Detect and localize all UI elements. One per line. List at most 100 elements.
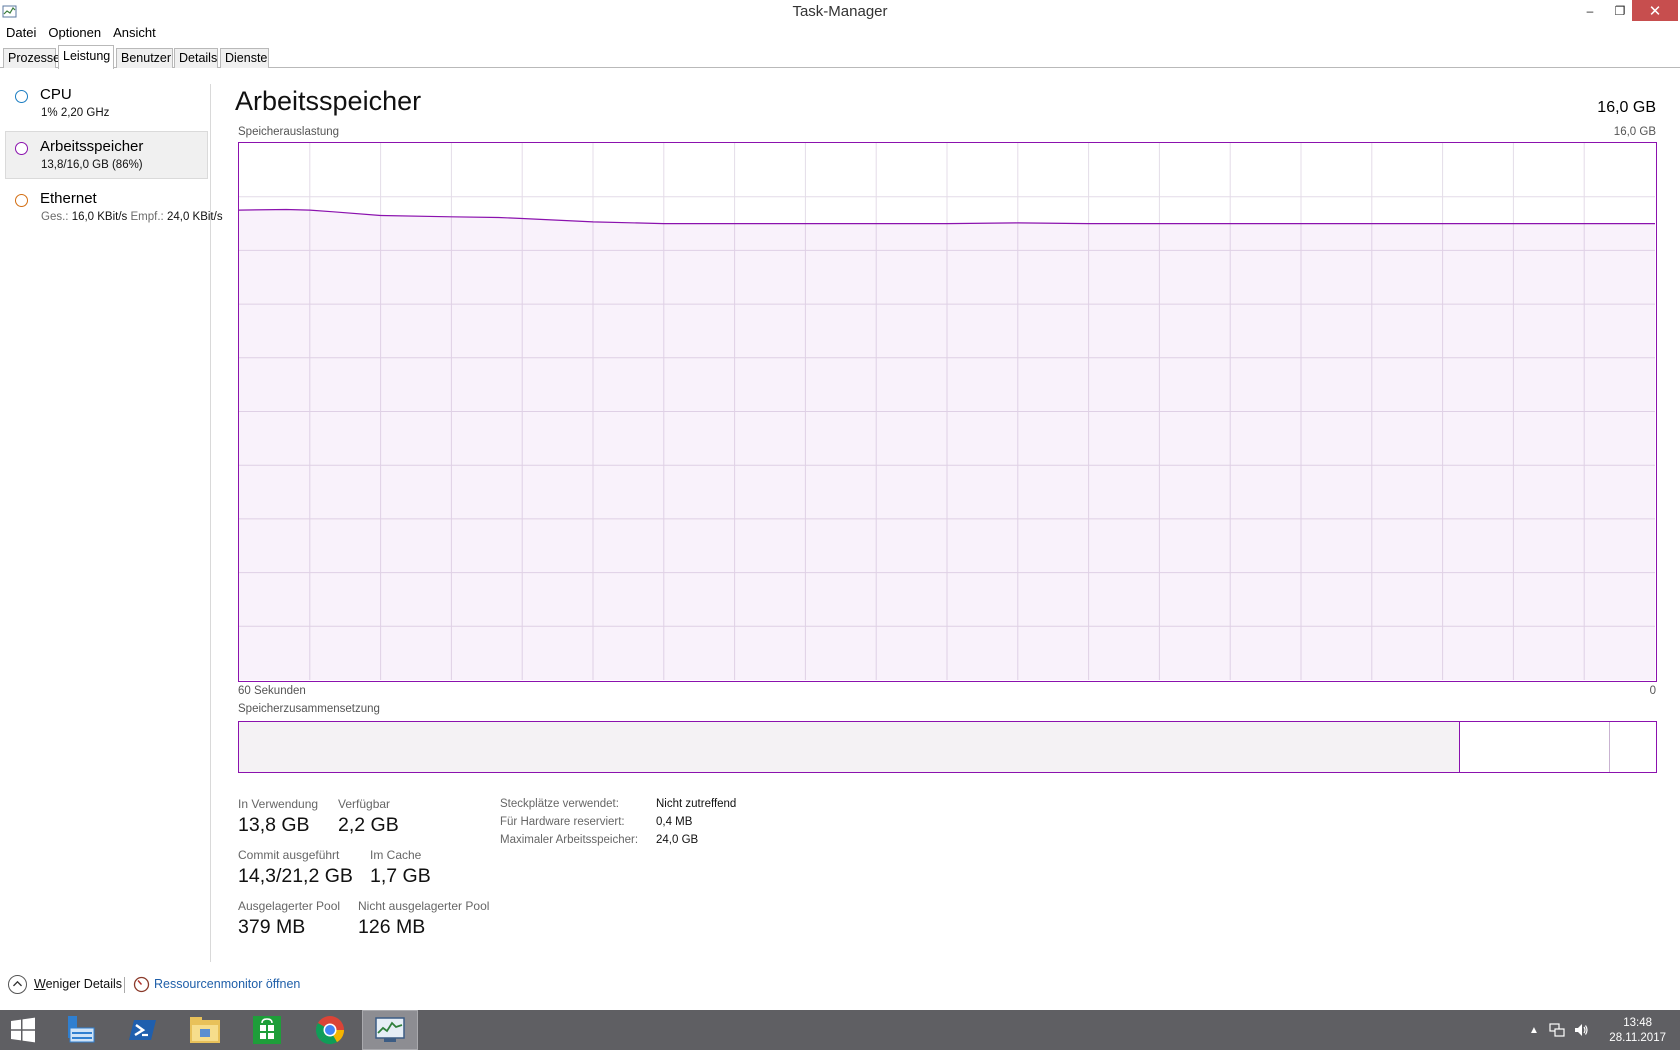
tab-dienste[interactable]: Dienste bbox=[220, 48, 269, 68]
powershell-icon bbox=[129, 1020, 156, 1040]
tab-bar: Prozesse Leistung Benutzer Details Diens… bbox=[0, 45, 1680, 69]
stat-label: Im Cache bbox=[370, 848, 422, 862]
stat-committed: Commit ausgeführt 14,3/21,2 GB bbox=[238, 848, 353, 888]
cpu-indicator-icon bbox=[15, 90, 28, 103]
memory-total: 16,0 GB bbox=[1597, 99, 1656, 116]
menu-ansicht[interactable]: Ansicht bbox=[107, 24, 162, 43]
task-manager-icon bbox=[375, 1017, 405, 1042]
property-slots: Steckplätze verwendet: Nicht zutreffend bbox=[500, 798, 736, 810]
restore-button[interactable]: ❐ bbox=[1606, 0, 1634, 22]
composition-label: Speicherzusammensetzung bbox=[238, 703, 380, 715]
composition-standby-segment bbox=[1460, 722, 1610, 772]
stat-label: Ausgelagerter Pool bbox=[238, 899, 341, 913]
ethernet-recv-label: Empf.: bbox=[130, 211, 164, 223]
stat-label: Commit ausgeführt bbox=[238, 848, 340, 862]
stat-value: 2,2 GB bbox=[338, 814, 399, 836]
sidebar-item-label: Arbeitsspeicher bbox=[40, 138, 144, 155]
chrome-icon bbox=[315, 1016, 344, 1045]
taskbar-chrome[interactable] bbox=[302, 1010, 358, 1050]
window-title: Task-Manager bbox=[792, 3, 888, 20]
start-button[interactable] bbox=[0, 1010, 46, 1050]
footer-divider bbox=[124, 977, 125, 993]
sidebar-item-ethernet[interactable]: Ethernet Ges.: 16,0 KBit/s Empf.: 24,0 K… bbox=[5, 188, 223, 236]
stat-value: 126 MB bbox=[358, 916, 426, 938]
taskbar-clock[interactable]: 13:48 28.11.2017 bbox=[1609, 1016, 1666, 1046]
taskbar: ▲ 13:48 28.11.2017 bbox=[0, 1010, 1680, 1050]
tab-prozesse[interactable]: Prozesse bbox=[3, 48, 60, 68]
memory-indicator-icon bbox=[15, 142, 28, 155]
performance-sidebar: CPU 1% 2,20 GHz Arbeitsspeicher 13,8/16,… bbox=[0, 84, 223, 962]
chart-axis-left: 60 Sekunden bbox=[238, 685, 306, 697]
store-icon bbox=[253, 1016, 281, 1044]
clock-date: 28.11.2017 bbox=[1609, 1032, 1666, 1044]
file-explorer-icon bbox=[190, 1017, 220, 1043]
taskbar-task-manager[interactable] bbox=[362, 1010, 418, 1050]
sidebar-item-label: Ethernet bbox=[40, 190, 97, 207]
server-manager-icon bbox=[68, 1016, 95, 1043]
menu-datei[interactable]: Datei bbox=[0, 24, 42, 43]
network-icon[interactable] bbox=[1547, 1010, 1567, 1050]
fewer-details-text: eniger Details bbox=[45, 977, 123, 991]
ethernet-send-label: Ges.: bbox=[41, 211, 69, 223]
page-title: Arbeitsspeicher bbox=[235, 86, 422, 116]
stat-value: 379 MB bbox=[238, 916, 306, 938]
property-key: Maximaler Arbeitsspeicher: bbox=[500, 834, 639, 846]
menu-optionen[interactable]: Optionen bbox=[42, 24, 107, 43]
tab-leistung[interactable]: Leistung bbox=[58, 45, 114, 69]
close-button[interactable]: ✕ bbox=[1632, 0, 1678, 21]
title-bar: Task-Manager – ❐ ✕ bbox=[0, 0, 1680, 24]
stat-label: Nicht ausgelagerter Pool bbox=[358, 899, 490, 913]
property-hw-reserved: Für Hardware reserviert: 0,4 MB bbox=[500, 816, 692, 828]
show-hidden-icons-icon[interactable]: ▲ bbox=[1526, 1010, 1542, 1050]
tab-benutzer[interactable]: Benutzer bbox=[116, 48, 173, 68]
sidebar-item-detail: 1% 2,20 GHz bbox=[41, 107, 110, 119]
property-value: 24,0 GB bbox=[656, 834, 699, 846]
sidebar-item-label: CPU bbox=[40, 86, 72, 103]
resource-monitor-icon[interactable] bbox=[133, 976, 150, 993]
footer-bar: Weniger Details Ressourcenmonitor öffnen bbox=[0, 974, 1680, 998]
memory-usage-area bbox=[239, 209, 1655, 680]
ethernet-indicator-icon bbox=[15, 194, 28, 207]
property-key: Für Hardware reserviert: bbox=[500, 816, 625, 828]
volume-icon[interactable] bbox=[1571, 1010, 1591, 1050]
sidebar-item-cpu[interactable]: CPU 1% 2,20 GHz bbox=[5, 84, 208, 132]
stat-paged-pool: Ausgelagerter Pool 379 MB bbox=[238, 899, 340, 939]
stat-cached: Im Cache 1,7 GB bbox=[370, 848, 431, 888]
stat-label: In Verwendung bbox=[238, 797, 319, 811]
stat-nonpaged-pool: Nicht ausgelagerter Pool 126 MB bbox=[358, 899, 489, 939]
sidebar-item-memory[interactable]: Arbeitsspeicher 13,8/16,0 GB (86%) bbox=[5, 131, 208, 179]
taskbar-store[interactable] bbox=[239, 1010, 295, 1050]
taskbar-server-manager[interactable] bbox=[52, 1010, 108, 1050]
property-value: 0,4 MB bbox=[656, 816, 693, 828]
stat-in-use: In Verwendung 13,8 GB bbox=[238, 797, 318, 837]
stat-label: Verfügbar bbox=[338, 797, 391, 811]
collapse-chevron-icon[interactable] bbox=[8, 975, 27, 994]
resource-monitor-link[interactable]: Ressourcenmonitor öffnen bbox=[154, 977, 300, 991]
sidebar-item-detail: Ges.: 16,0 KBit/s Empf.: 24,0 KBit/s bbox=[41, 211, 223, 223]
fewer-details-accesskey: W bbox=[34, 977, 46, 991]
speaker-glyph-icon bbox=[1575, 1024, 1588, 1036]
memory-composition-bar bbox=[238, 721, 1657, 773]
tab-details[interactable]: Details bbox=[174, 48, 218, 68]
fewer-details-link[interactable]: Weniger Details bbox=[34, 977, 122, 991]
property-key: Steckplätze verwendet: bbox=[500, 798, 619, 810]
stat-value: 13,8 GB bbox=[238, 814, 310, 836]
composition-in-use-segment bbox=[239, 722, 1460, 772]
memory-usage-chart bbox=[238, 142, 1657, 682]
network-glyph-icon bbox=[1549, 1023, 1565, 1037]
memory-usage-chart-svg bbox=[239, 143, 1655, 680]
chart-axis-right: 0 bbox=[1649, 685, 1656, 697]
ethernet-recv-value: 24,0 KBit/s bbox=[166, 211, 223, 223]
sidebar-item-detail: 13,8/16,0 GB (86%) bbox=[41, 159, 143, 171]
clock-time: 13:48 bbox=[1623, 1017, 1653, 1029]
taskbar-file-explorer[interactable] bbox=[177, 1010, 233, 1050]
usage-chart-max: 16,0 GB bbox=[1613, 126, 1656, 138]
menu-bar: Datei Optionen Ansicht bbox=[0, 24, 1680, 44]
stat-value: 1,7 GB bbox=[370, 865, 431, 887]
taskbar-powershell[interactable] bbox=[115, 1010, 171, 1050]
start-icon bbox=[11, 1017, 35, 1043]
property-value: Nicht zutreffend bbox=[656, 798, 737, 810]
minimize-button[interactable]: – bbox=[1574, 0, 1606, 22]
usage-chart-label: Speicherauslastung bbox=[238, 126, 340, 138]
stat-value: 14,3/21,2 GB bbox=[238, 865, 353, 887]
